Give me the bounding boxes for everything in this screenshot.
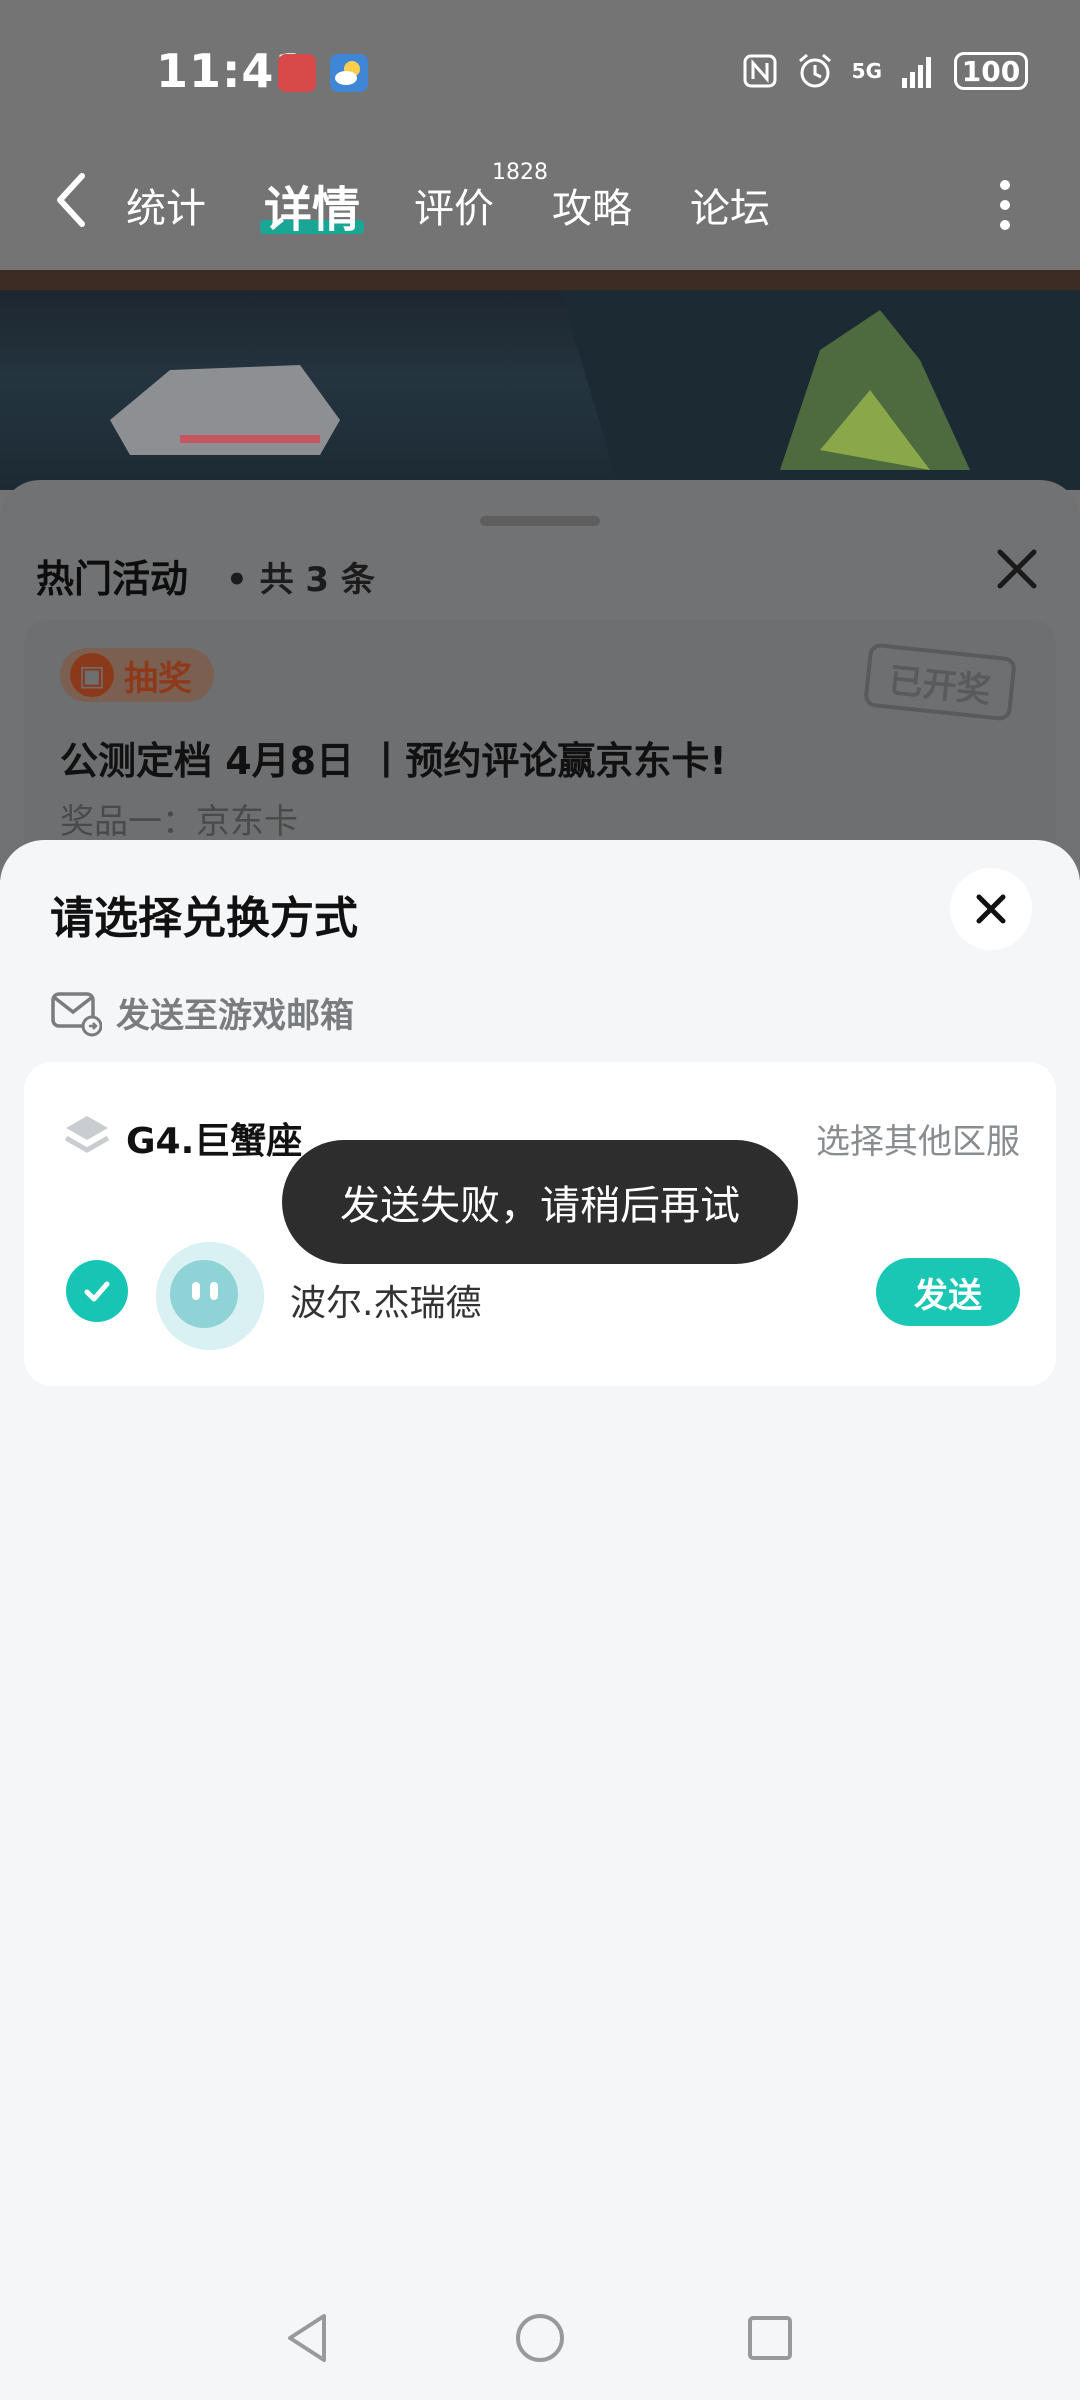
signal-icon [902, 57, 931, 88]
drawn-stamp: 已开奖 [863, 642, 1017, 722]
tab-guides[interactable]: 攻略 [552, 176, 632, 234]
game-banner-image [0, 270, 1080, 490]
nav-recents-icon[interactable] [742, 2310, 798, 2366]
top-nav: 统计 详情 评价 1828 攻略 论坛 [0, 140, 1080, 270]
system-nav-bar [0, 2280, 1080, 2400]
server-name: G4.巨蟹座 [126, 1121, 303, 1162]
battery-indicator: 100 [954, 52, 1028, 90]
more-icon[interactable] [1000, 180, 1016, 240]
gift-icon: ▣ [70, 653, 114, 697]
nav-home-icon[interactable] [512, 2310, 568, 2366]
network-label: 5G [851, 59, 882, 83]
activity-prize: 奖品一：京东卡 [60, 802, 298, 842]
dialog-title: 请选择兑换方式 [50, 893, 358, 944]
player-name: 波尔.杰瑞德 [290, 1283, 482, 1324]
mail-option[interactable]: 发送至游戏邮箱 [50, 986, 354, 1038]
huawei-store-icon [278, 54, 316, 92]
close-icon [976, 894, 1006, 924]
lottery-tag: ▣ 抽奖 [60, 648, 214, 702]
lottery-label: 抽奖 [124, 658, 192, 699]
tab-stats[interactable]: 统计 [126, 176, 206, 234]
status-icons: 5G 100 [742, 52, 1028, 90]
server-layers-icon [64, 1116, 110, 1153]
close-icon[interactable] [992, 544, 1042, 594]
mail-label: 发送至游戏邮箱 [116, 995, 354, 1036]
nfc-icon [743, 54, 777, 88]
toast-message: 发送失败，请稍后再试 [282, 1140, 798, 1264]
reviews-count-badge: 1828 [492, 160, 548, 185]
avatar [156, 1242, 264, 1350]
choose-other-server-link[interactable]: 选择其他区服 [816, 1114, 1020, 1163]
weather-icon [330, 54, 368, 92]
alarm-icon [798, 53, 831, 88]
activity-title: 公测定档 4月8日 丨预约评论赢京东卡! [60, 739, 727, 783]
tab-details[interactable]: 详情 [264, 170, 360, 240]
selected-check-icon[interactable] [66, 1260, 128, 1322]
activities-title: 热门活动 [36, 557, 189, 601]
mail-icon [51, 992, 102, 1037]
tab-forum[interactable]: 论坛 [690, 176, 770, 234]
send-button[interactable]: 发送 [876, 1258, 1020, 1326]
redeem-dialog: 请选择兑换方式 发送至游戏邮箱 G4.巨蟹座 选择其他区服 波尔.杰瑞德 发送 [0, 840, 1080, 2280]
back-icon[interactable] [52, 170, 92, 230]
nav-back-icon[interactable] [280, 2310, 336, 2366]
status-bar: 11:41 5G 100 [0, 0, 1080, 140]
activities-count: • 共 3 条 [226, 560, 375, 600]
tab-reviews[interactable]: 评价 [414, 176, 494, 234]
drag-handle[interactable] [480, 516, 600, 526]
activities-sheet: 热门活动 • 共 3 条 ▣ 抽奖 已开奖 公测定档 4月8日 丨预约评论赢京东… [0, 480, 1080, 920]
dialog-close-button[interactable] [950, 868, 1032, 950]
